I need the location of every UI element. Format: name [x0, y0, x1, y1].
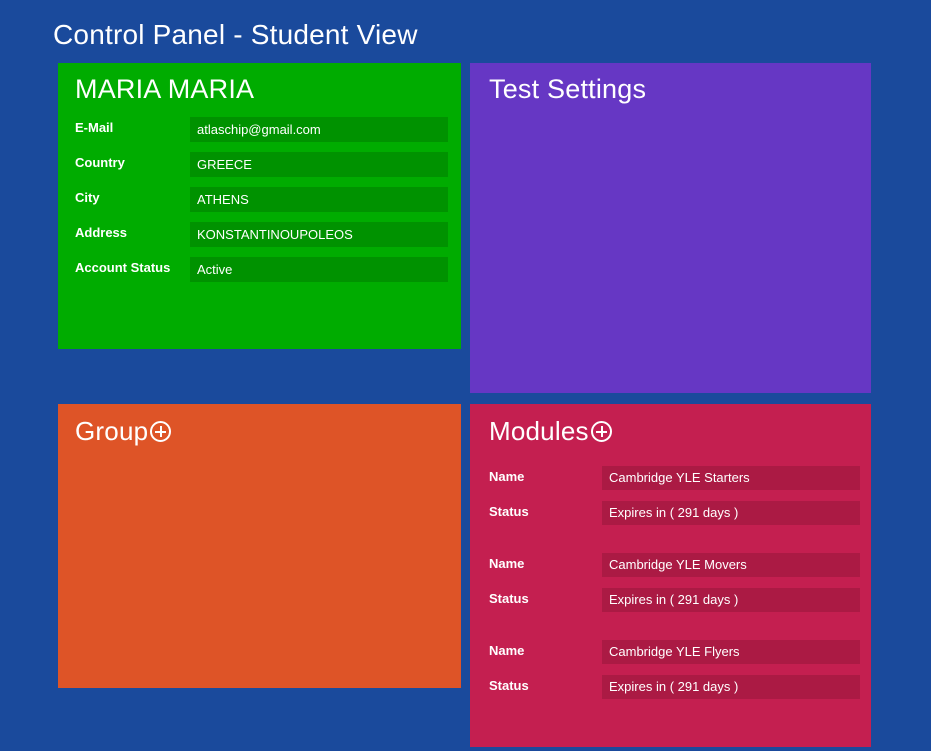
group-panel-title: Group [75, 416, 461, 447]
account-status-label: Account Status [75, 260, 171, 275]
profile-field-row: Country GREECE [58, 152, 461, 177]
email-label: E-Mail [75, 120, 114, 135]
module-status-label: Status [489, 591, 529, 606]
profile-field-row: E-Mail atlaschip@gmail.com [58, 117, 461, 142]
profile-field-row: City ATHENS [58, 187, 461, 212]
list-item: Name Cambridge YLE Starters Status Expir… [470, 466, 871, 525]
module-name-label: Name [489, 643, 525, 658]
student-profile-panel: MARIA MARIA E-Mail atlaschip@gmail.com C… [58, 63, 461, 349]
modules-list: Name Cambridge YLE Starters Status Expir… [470, 466, 871, 699]
page-title: Control Panel - Student View [53, 19, 418, 50]
group-title-text: Group [75, 416, 149, 446]
group-panel: Group [58, 404, 461, 688]
address-label: Address [75, 225, 128, 240]
modules-panel: Modules Name Cambridge YLE Starters Stat… [470, 404, 871, 747]
module-status-row: Status Expires in ( 291 days ) [470, 675, 871, 699]
city-label: City [75, 190, 100, 205]
country-value[interactable]: GREECE [190, 152, 448, 177]
module-name-value[interactable]: Cambridge YLE Starters [602, 466, 860, 490]
module-name-value[interactable]: Cambridge YLE Movers [602, 553, 860, 577]
module-name-label: Name [489, 556, 525, 571]
module-name-label: Name [489, 469, 525, 484]
module-status-label: Status [489, 504, 529, 519]
email-value[interactable]: atlaschip@gmail.com [190, 117, 448, 142]
settings-panel-title: Test Settings [489, 74, 647, 104]
modules-title-text: Modules [489, 416, 589, 446]
module-status-row: Status Expires in ( 291 days ) [470, 501, 871, 525]
test-settings-panel: Test Settings Settings Status Unlocked T… [470, 63, 871, 393]
modules-panel-title: Modules [489, 416, 871, 447]
module-name-row: Name Cambridge YLE Starters [470, 466, 871, 490]
country-label: Country [75, 155, 125, 170]
module-name-row: Name Cambridge YLE Flyers [470, 640, 871, 664]
address-value[interactable]: KONSTANTINOUPOLEOS [190, 222, 448, 247]
profile-field-list: E-Mail atlaschip@gmail.com Country GREEC… [58, 117, 461, 282]
profile-field-row: Address KONSTANTINOUPOLEOS [58, 222, 461, 247]
module-name-row: Name Cambridge YLE Movers [470, 553, 871, 577]
account-status-value[interactable]: Active [190, 257, 448, 282]
city-value[interactable]: ATHENS [190, 187, 448, 212]
profile-panel-title: MARIA MARIA [75, 74, 461, 105]
circled-plus-icon[interactable] [150, 421, 172, 442]
module-status-value[interactable]: Expires in ( 291 days ) [602, 588, 860, 612]
list-item: Name Cambridge YLE Flyers Status Expires… [470, 640, 871, 699]
student-name: MARIA MARIA [75, 74, 255, 104]
module-status-row: Status Expires in ( 291 days ) [470, 588, 871, 612]
module-status-label: Status [489, 678, 529, 693]
circled-plus-icon[interactable] [590, 421, 612, 442]
list-item: Name Cambridge YLE Movers Status Expires… [470, 553, 871, 612]
module-status-value[interactable]: Expires in ( 291 days ) [602, 675, 860, 699]
module-name-value[interactable]: Cambridge YLE Flyers [602, 640, 860, 664]
module-status-value[interactable]: Expires in ( 291 days ) [602, 501, 860, 525]
profile-field-row: Account Status Active [58, 257, 461, 282]
